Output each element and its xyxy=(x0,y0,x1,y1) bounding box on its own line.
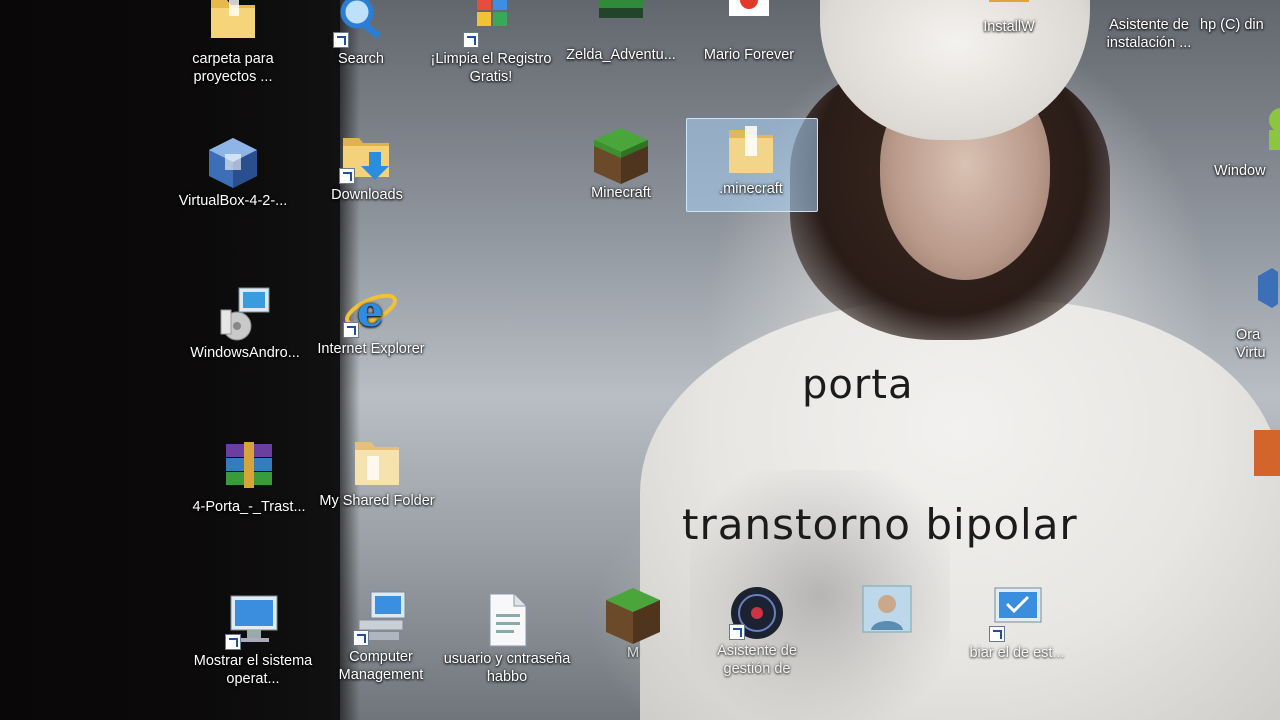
desktop-icon-label: Internet Explorer xyxy=(317,341,425,357)
desktop-icon-install[interactable]: InstallW xyxy=(944,0,1074,36)
desktop-icon-shared-folder[interactable]: My Shared Folder xyxy=(312,434,442,510)
desktop-icon-label: hp (C) din xyxy=(1200,17,1264,33)
installer-icon xyxy=(977,0,1041,16)
desktop-icon-label: Computer Management xyxy=(338,649,424,683)
search-icon xyxy=(329,0,393,48)
shortcut-arrow-icon xyxy=(463,32,479,48)
text-document-icon xyxy=(475,592,539,648)
mario-game-icon xyxy=(717,0,781,44)
monitor-check-icon xyxy=(221,594,285,650)
desktop-icon-user-account[interactable] xyxy=(822,584,952,642)
desktop-icon-label: biar el de est... xyxy=(969,645,1065,661)
desktop-icon-dot-minecraft[interactable]: .minecraft xyxy=(686,118,818,212)
desktop-icon-ora[interactable]: Ora Virtu xyxy=(1236,264,1280,362)
virtualbox-icon xyxy=(201,134,265,190)
desktop-icon-search[interactable]: Search xyxy=(296,0,426,68)
desktop-icon-asistente[interactable]: Asistente de instalación ... xyxy=(1084,0,1214,52)
desktop-icon-windows-right[interactable]: Window xyxy=(1214,104,1280,180)
setup-wizard-icon xyxy=(1117,0,1181,14)
desktop-icon-label: .minecraft xyxy=(719,181,783,197)
shortcut-arrow-icon xyxy=(353,630,369,646)
desktop-icon-label: Minecraft xyxy=(591,185,651,201)
package-icon xyxy=(1250,420,1280,476)
desktop-icon-hp[interactable]: hp (C) din xyxy=(1200,0,1280,34)
desktop-icon-minecraft-2[interactable]: M xyxy=(568,586,698,662)
desktop-icon-asistente-gestion[interactable]: Asistente de gestión de xyxy=(692,584,822,678)
desktop-icon-label: Search xyxy=(338,51,384,67)
desktop-icon-usuario-habbo[interactable]: usuario y cntraseña habbo xyxy=(442,592,572,686)
minecraft-grass-block-icon xyxy=(589,126,653,184)
wallpaper-text-bipolar: transtorno bipolar xyxy=(682,500,1078,549)
desktop-icon-label: InstallW xyxy=(983,19,1035,35)
internet-explorer-icon: e xyxy=(339,282,403,338)
desktop-icon-carpeta[interactable]: carpeta para proyectos ... xyxy=(168,0,298,86)
desktop-icon-windowsandro[interactable]: WindowsAndro... xyxy=(180,286,310,362)
folder-icon xyxy=(719,122,783,178)
desktop-icon-mostrar[interactable]: Mostrar el sistema operat... xyxy=(188,594,318,688)
desktop-icon-mario[interactable]: Mario Forever xyxy=(684,0,814,64)
desktop-icon-label: VirtualBox-4-2-... xyxy=(178,193,288,209)
desktop-icon-internet-explorer[interactable]: e Internet Explorer xyxy=(306,282,436,358)
desktop-icon-porta-rar[interactable]: 4-Porta_-_Trast... xyxy=(184,440,314,516)
desktop-icon-label: Asistente de instalación ... xyxy=(1106,17,1192,51)
desktop-icon-box[interactable] xyxy=(1250,420,1280,478)
monitor-check-icon xyxy=(985,586,1049,642)
wallpaper-text-porta: porta xyxy=(802,362,914,408)
desktop-icon-label: Asistente de gestión de xyxy=(717,643,797,677)
installer-icon xyxy=(213,286,277,342)
shortcut-arrow-icon xyxy=(339,168,355,184)
desktop-icon-label: Mostrar el sistema operat... xyxy=(193,653,313,687)
desktop-icon-label: Ora Virtu xyxy=(1236,327,1266,361)
desktop-icon-minecraft[interactable]: Minecraft xyxy=(556,126,686,202)
registry-cleaner-icon xyxy=(459,0,523,48)
shortcut-arrow-icon xyxy=(333,32,349,48)
desktop-icon-label: M xyxy=(626,645,640,661)
disc-icon xyxy=(725,584,789,640)
shortcut-arrow-icon xyxy=(729,624,745,640)
drive-icon xyxy=(1208,0,1272,14)
zelda-game-icon xyxy=(589,0,653,44)
desktop-icon-label: My Shared Folder xyxy=(319,493,435,509)
desktop-icon-virtualbox[interactable]: VirtualBox-4-2-... xyxy=(168,134,298,210)
desktop-icon-label: Window xyxy=(1214,163,1266,179)
folder-icon xyxy=(345,434,409,490)
android-icon xyxy=(1254,104,1280,160)
desktop-icon-label: ¡Limpia el Registro Gratis! xyxy=(430,51,552,85)
virtualbox-icon xyxy=(1248,264,1278,324)
desktop-icon-limpia[interactable]: ¡Limpia el Registro Gratis! xyxy=(426,0,556,86)
shortcut-arrow-icon xyxy=(989,626,1005,642)
desktop-icon-label: Downloads xyxy=(331,187,403,203)
shortcut-arrow-icon xyxy=(225,634,241,650)
folder-icon xyxy=(201,0,265,48)
desktop-icon-computer-management[interactable]: Computer Management xyxy=(316,590,446,684)
minecraft-grass-block-icon xyxy=(601,586,665,644)
desktop-icon-label: Zelda_Adventu... xyxy=(566,47,676,63)
desktop-icon-label: WindowsAndro... xyxy=(190,345,300,361)
desktop-icon-label: Mario Forever xyxy=(703,47,795,63)
desktop-icon-label: 4-Porta_-_Trast... xyxy=(192,499,306,515)
desktop-icon-cambiar[interactable]: biar el de est... xyxy=(952,586,1082,662)
svg-text:e: e xyxy=(357,287,384,336)
computer-management-icon xyxy=(349,590,413,646)
user-account-icon xyxy=(855,584,919,640)
shortcut-arrow-icon xyxy=(343,322,359,338)
desktop-icon-zelda[interactable]: Zelda_Adventu... xyxy=(556,0,686,64)
downloads-folder-icon xyxy=(335,128,399,184)
desktop-icon-downloads[interactable]: Downloads xyxy=(302,128,432,204)
winrar-archive-icon xyxy=(217,440,281,496)
desktop-icon-label: carpeta para proyectos ... xyxy=(192,51,274,85)
desktop-icon-label: usuario y cntraseña habbo xyxy=(443,651,571,685)
